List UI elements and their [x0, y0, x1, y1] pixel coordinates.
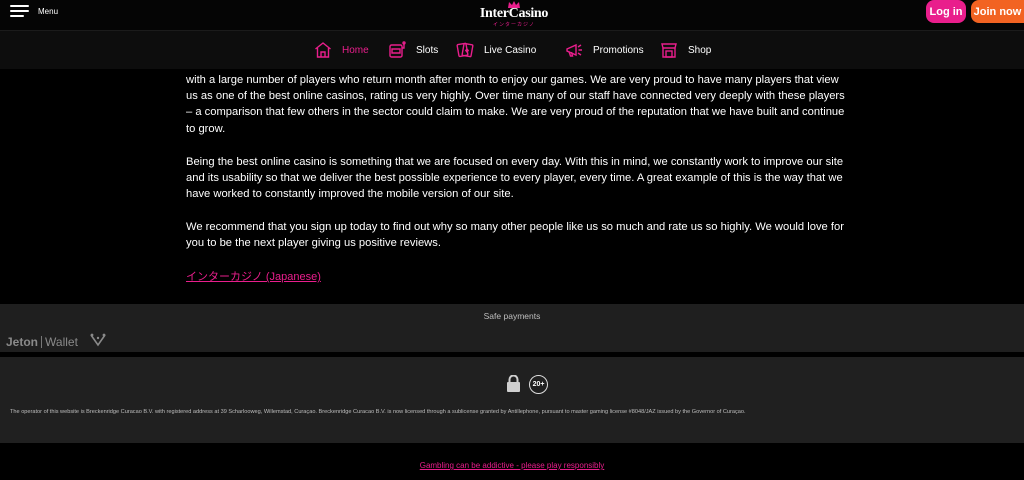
safe-payments-title: Safe payments [483, 311, 541, 321]
footer [0, 357, 1024, 443]
nav-item-live-casino[interactable]: Live Casino [456, 40, 536, 60]
jeton-brand: Jeton [6, 335, 39, 349]
license-text: The operator of this website is Breckenr… [10, 409, 746, 415]
article-paragraph: We recommend that you sign up today to f… [186, 221, 844, 250]
article-paragraph: with a large number of players who retur… [186, 74, 845, 135]
article-paragraph: Being the best online casino is somethin… [186, 156, 844, 201]
cards-icon [456, 42, 474, 58]
slot-machine-icon [389, 41, 406, 58]
nav-label-shop: Shop [688, 44, 712, 56]
megaphone-icon [566, 43, 582, 57]
nav-item-shop[interactable]: Shop [660, 40, 711, 60]
shop-icon [661, 43, 677, 58]
main-nav: Home Slots Live Casino Promotions Shop [0, 30, 1024, 69]
menu-button[interactable]: Menu [10, 4, 58, 18]
nav-item-promotions[interactable]: Promotions [565, 40, 644, 60]
intercasino-logo[interactable]: InterCasino インターカジノ [476, 1, 552, 29]
login-button[interactable]: Log in [926, 0, 966, 23]
jeton-wallet-logo: Jeton Wallet [6, 335, 78, 349]
nav-item-slots[interactable]: Slots [388, 40, 438, 60]
nav-item-home[interactable]: Home [314, 40, 369, 60]
logo-subtext: インターカジノ [493, 22, 535, 28]
japanese-language-link[interactable]: インターカジノ (Japanese) [186, 268, 321, 284]
top-bar: Menu InterCasino インターカジノ Log in Join now [0, 0, 1024, 30]
join-now-button[interactable]: Join now [971, 0, 1024, 23]
safe-payments-section: Safe payments Jeton Wallet [0, 304, 1024, 352]
home-icon [315, 42, 331, 58]
logo-text: InterCasino [479, 6, 549, 21]
responsible-gambling-link[interactable]: Gambling can be addictive - please play … [0, 461, 1024, 470]
nav-label-live-casino: Live Casino [484, 44, 537, 56]
nav-label-promotions: Promotions [593, 44, 644, 56]
age-restriction-badge: 20+ [529, 375, 548, 394]
payment-provider-icon [90, 333, 106, 347]
nav-label-home: Home [342, 44, 369, 56]
menu-label: Menu [38, 6, 59, 16]
lock-icon [507, 375, 520, 392]
hamburger-icon [10, 4, 29, 18]
nav-label-slots: Slots [416, 44, 439, 56]
jeton-product: Wallet [45, 335, 78, 349]
